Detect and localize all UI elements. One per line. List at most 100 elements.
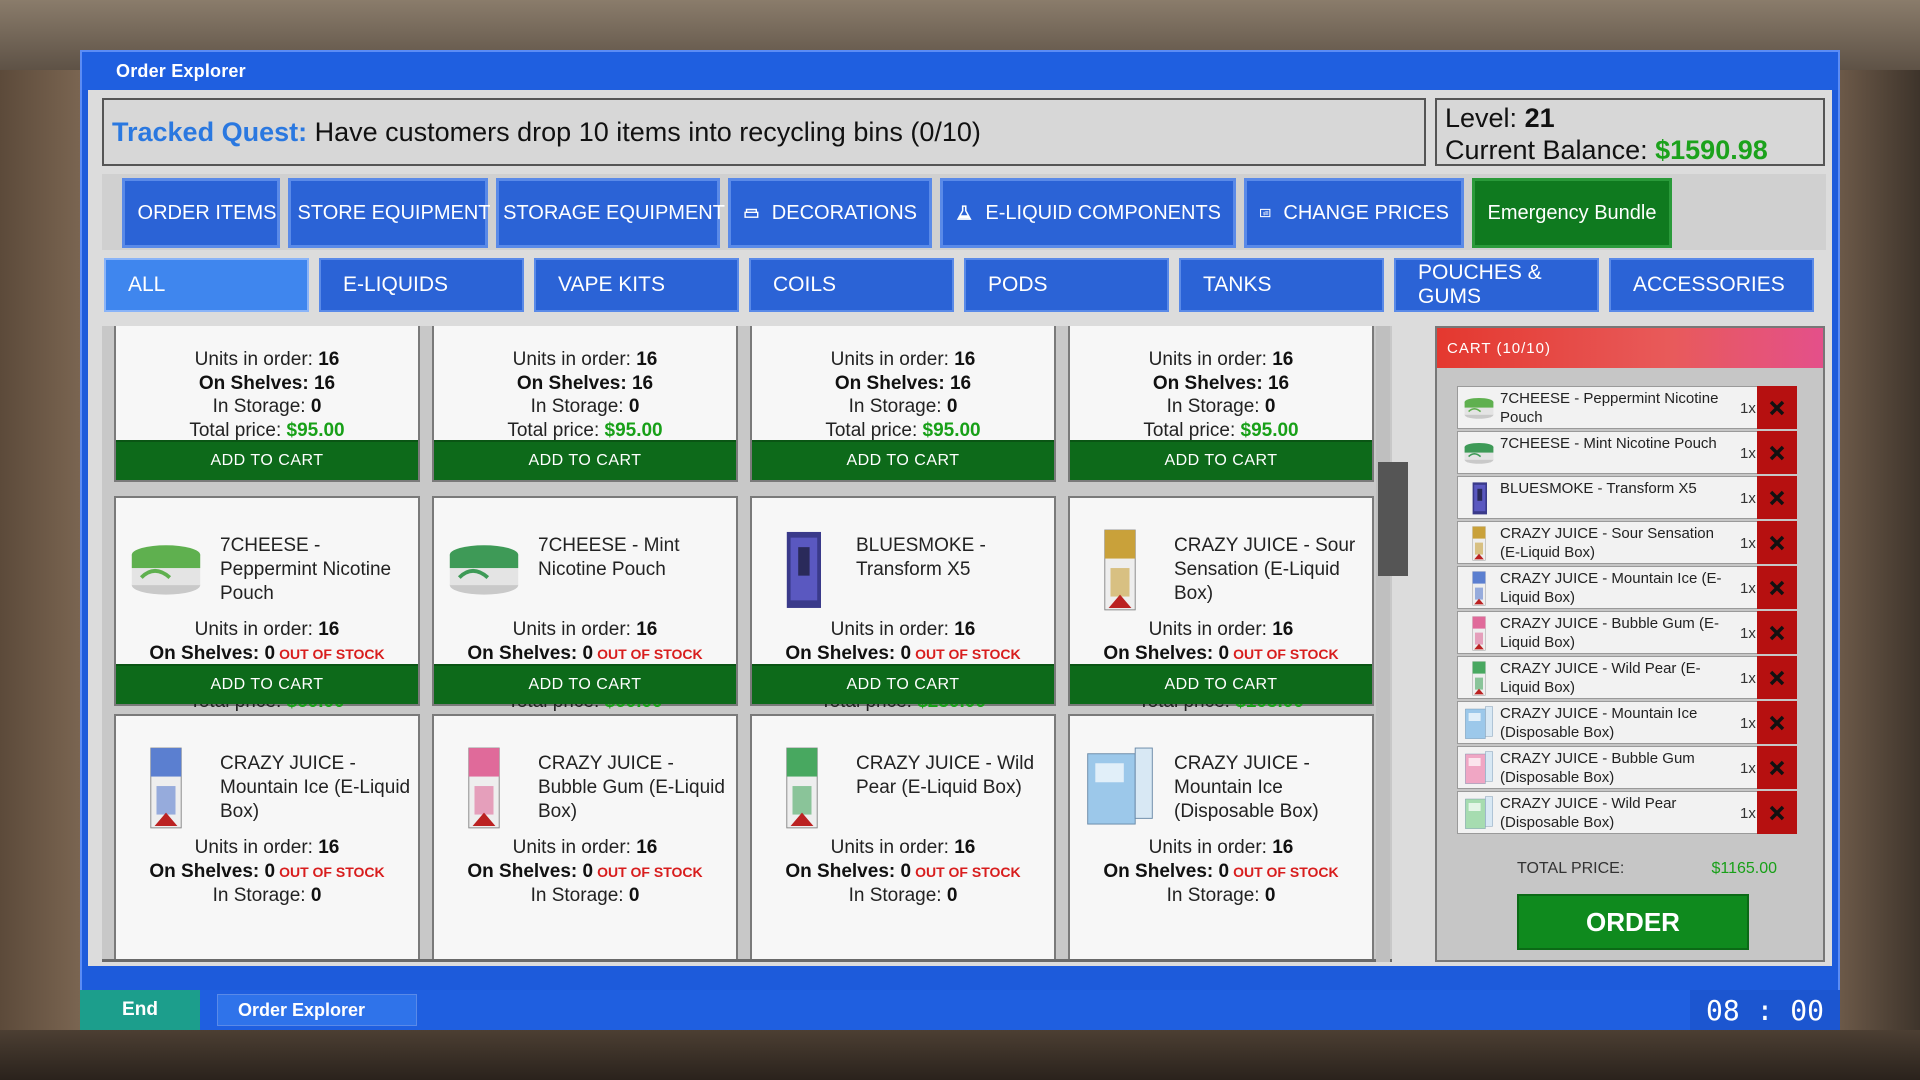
remove-item-button[interactable] (1757, 746, 1797, 789)
cart-title: CART (10/10) (1437, 328, 1823, 368)
grid-scrollbar-thumb[interactable] (1378, 462, 1408, 576)
stock-label: On Shelves: (149, 642, 265, 664)
add-to-cart-button[interactable]: ADD TO CART (434, 664, 736, 704)
stock-value: 16 (1272, 349, 1294, 370)
category-storage-equipment[interactable]: STORAGE EQUIPMENT (496, 178, 725, 248)
remove-item-button[interactable] (1757, 476, 1797, 519)
cart-item-name: CRAZY JUICE - Wild Pear (E-Liquid Box) (1500, 660, 1701, 696)
add-to-cart-button[interactable]: ADD TO CART (1070, 440, 1372, 480)
cart-item: CRAZY JUICE - Mountain Ice (E-Liquid Box… (1457, 566, 1797, 609)
category-decorations[interactable]: DECORATIONS (728, 178, 932, 248)
cart-item-quantity: 1x (1740, 535, 1756, 552)
cart-total: TOTAL PRICE: $1165.00 (1517, 860, 1777, 878)
cart-item-quantity: 1x (1740, 625, 1756, 642)
category-label: STORE EQUIPMENT (297, 201, 491, 224)
add-to-cart-button[interactable]: ADD TO CART (116, 664, 418, 704)
filter-pouches-gums[interactable]: POUCHES & GUMS (1394, 258, 1599, 312)
product-grid[interactable]: Units in order: 16 On Shelves: 16 In Stora… (102, 326, 1392, 962)
remove-item-button[interactable] (1757, 656, 1797, 699)
stock-line: Units in order: 16 (116, 836, 418, 860)
out-of-stock-badge: OUT OF STOCK (597, 863, 703, 880)
stock-line: In Storage: 0 (434, 884, 736, 908)
tracked-quest-text: Have customers drop 10 items into recycl… (314, 117, 981, 147)
product-card: CRAZY JUICE - Bubble Gum (E-Liquid Box) U… (432, 714, 738, 959)
filter-accessories[interactable]: ACCESSORIES (1609, 258, 1814, 312)
product-thumbnail (128, 524, 204, 614)
category-label: STORAGE EQUIPMENT (503, 201, 725, 224)
total-price-label: Total price: (507, 419, 605, 441)
product-thumbnail (128, 742, 204, 832)
remove-item-button[interactable] (1757, 611, 1797, 654)
stock-line: Units in order: 16 (752, 348, 1054, 372)
category-store-equipment[interactable]: STORE EQUIPMENT (288, 178, 491, 248)
stock-line: On Shelves: 16 (434, 372, 736, 396)
add-to-cart-button[interactable]: ADD TO CART (116, 440, 418, 480)
stock-value: 0 (582, 860, 594, 882)
close-icon (1769, 670, 1785, 685)
product-header: 7CHEESE - Peppermint Nicotine Pouch (116, 516, 418, 616)
total-price-line: Total price: $95.00 (116, 419, 418, 443)
stock-line: In Storage: 0 (752, 884, 1054, 908)
category-e-liquid-components[interactable]: E-LIQUID COMPONENTS (940, 178, 1236, 248)
cart-item: CRAZY JUICE - Sour Sensation (E-Liquid B… (1457, 521, 1797, 564)
product-thumbnail (1082, 742, 1158, 832)
stock-label: Units in order: (512, 349, 637, 370)
filter-vape-kits[interactable]: VAPE KITS (534, 258, 739, 312)
close-icon (1769, 760, 1785, 775)
cart-item-name: 7CHEESE - Peppermint Nicotine Pouch (1500, 390, 1719, 426)
category-label: Emergency Bundle (1487, 201, 1657, 224)
total-price-value: $95.00 (604, 419, 663, 441)
stock-value: 16 (954, 619, 976, 640)
order-button[interactable]: ORDER (1517, 894, 1749, 950)
add-to-cart-button[interactable]: ADD TO CART (752, 440, 1054, 480)
stock-line: Units in order: 16 (752, 836, 1054, 860)
remove-item-button[interactable] (1757, 386, 1797, 429)
remove-item-button[interactable] (1757, 521, 1797, 564)
cart-item: CRAZY JUICE - Bubble Gum (Disposable Box… (1457, 746, 1797, 789)
cart-item-thumbnail (1461, 795, 1497, 831)
cart-panel: CART (10/10) 7CHEESE - Peppermint Nicoti… (1435, 326, 1825, 962)
add-to-cart-button[interactable]: ADD TO CART (752, 664, 1054, 704)
product-header: CRAZY JUICE - Bubble Gum (E-Liquid Box) (434, 734, 736, 834)
category-change-prices[interactable]: $ CHANGE PRICES (1244, 178, 1464, 248)
add-to-cart-button[interactable]: ADD TO CART (434, 440, 736, 480)
product-card: 7CHEESE - Peppermint Nicotine Pouch Units… (114, 496, 420, 712)
product-header: 7CHEESE - Mint Nicotine Pouch (434, 516, 736, 616)
stock-line: On Shelves: 0 OUT OF STOCK (434, 642, 736, 667)
stock-label: In Storage: (212, 396, 311, 417)
end-day-button[interactable]: End (80, 990, 200, 1030)
emergency-bundle-button[interactable]: Emergency Bundle (1472, 178, 1672, 248)
taskbar-tab-order-explorer[interactable]: Order Explorer (217, 994, 417, 1026)
out-of-stock-badge: OUT OF STOCK (915, 645, 1021, 662)
total-price-label: Total price: (189, 419, 287, 441)
filter-pods[interactable]: PODS (964, 258, 1169, 312)
product-stock-info: Units in order: 16 On Shelves: 0 OUT OF ST… (434, 836, 736, 908)
category-order-items[interactable]: ORDER ITEMS (122, 178, 280, 248)
close-icon (1769, 445, 1785, 460)
stock-label: In Storage: (1166, 396, 1265, 417)
remove-item-button[interactable] (1757, 701, 1797, 744)
window-title: Order Explorer (82, 52, 1838, 90)
total-price-line: Total price: $95.00 (1070, 419, 1372, 443)
cart-item: BLUESMOKE - Transform X5 1x (1457, 476, 1797, 519)
stock-label: On Shelves: (198, 372, 314, 394)
filter-tanks[interactable]: TANKS (1179, 258, 1384, 312)
product-stock-info: Units in order: 16 On Shelves: 0 OUT OF ST… (752, 836, 1054, 908)
filter-all[interactable]: ALL (104, 258, 309, 312)
remove-item-button[interactable] (1757, 431, 1797, 474)
total-price-line: Total price: $95.00 (752, 419, 1054, 443)
product-card: BLUESMOKE - Transform X5 Units in order: … (750, 496, 1056, 712)
add-to-cart-button[interactable]: ADD TO CART (1070, 664, 1372, 704)
filter-e-liquids[interactable]: E-LIQUIDS (319, 258, 524, 312)
filter-coils[interactable]: COILS (749, 258, 954, 312)
grid-scrollbar-track[interactable] (1376, 326, 1390, 962)
stock-value: 0 (582, 642, 594, 664)
remove-item-button[interactable] (1757, 791, 1797, 834)
remove-item-button[interactable] (1757, 566, 1797, 609)
stock-line: In Storage: 0 (1070, 884, 1372, 908)
stock-value: 0 (264, 860, 276, 882)
cart-item: CRAZY JUICE - Wild Pear (Disposable Box)… (1457, 791, 1797, 834)
product-name: CRAZY JUICE - Wild Pear (E-Liquid Box) (856, 753, 1035, 798)
stock-line: On Shelves: 0 OUT OF STOCK (1070, 860, 1372, 885)
stock-label: On Shelves: (467, 860, 583, 882)
